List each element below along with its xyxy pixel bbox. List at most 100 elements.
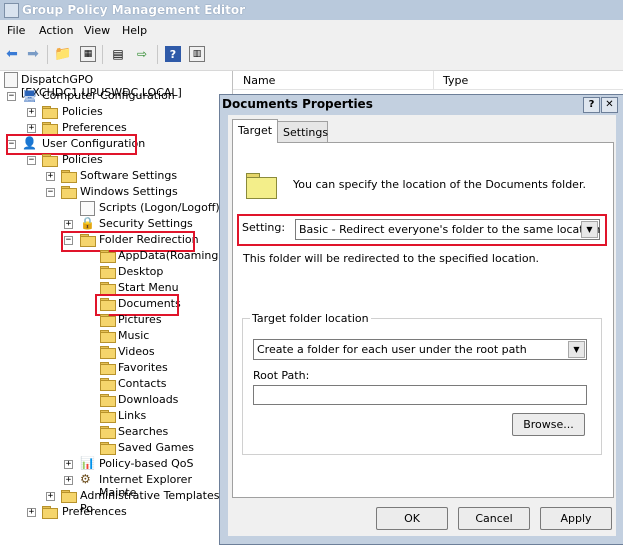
- export-list-icon[interactable]: ⇨: [134, 46, 150, 62]
- redirect-note: This folder will be redirected to the sp…: [243, 252, 540, 265]
- tree-scripts[interactable]: Scripts (Logon/Logoff): [99, 201, 220, 214]
- expand-icon[interactable]: +: [27, 508, 36, 517]
- folder-icon: [100, 378, 116, 391]
- up-folder-icon[interactable]: 📁: [54, 46, 71, 62]
- collapse-icon[interactable]: −: [46, 188, 55, 197]
- menu-bar: File Action View Help: [0, 20, 623, 40]
- tree-folder-pictures[interactable]: Pictures: [118, 313, 162, 326]
- close-button[interactable]: ✕: [601, 97, 618, 113]
- scripts-icon: [80, 201, 95, 216]
- folder-icon: [100, 362, 116, 375]
- tree-cc-policies[interactable]: Policies: [62, 105, 103, 118]
- tree-folder-videos[interactable]: Videos: [118, 345, 155, 358]
- group-label: Target folder location: [250, 312, 371, 325]
- folder-icon: [100, 266, 116, 279]
- dialog-title: Documents Properties: [222, 97, 373, 111]
- tree-software-settings[interactable]: Software Settings: [80, 169, 177, 182]
- tree-folder-appdata[interactable]: AppData(Roaming): [118, 249, 223, 262]
- root-path-input[interactable]: [253, 385, 587, 405]
- column-name-header[interactable]: Name: [243, 74, 275, 87]
- expand-icon[interactable]: +: [46, 172, 55, 181]
- properties-icon[interactable]: ▤: [110, 46, 126, 62]
- tree-folder-contacts[interactable]: Contacts: [118, 377, 167, 390]
- menu-action[interactable]: Action: [39, 24, 73, 37]
- column-type-header[interactable]: Type: [443, 74, 468, 87]
- collapse-icon[interactable]: −: [27, 156, 36, 165]
- tab-settings[interactable]: Settings: [277, 121, 328, 142]
- folder-icon: [100, 282, 116, 295]
- expand-icon[interactable]: +: [27, 124, 36, 133]
- folder-icon: [61, 490, 77, 503]
- menu-view[interactable]: View: [84, 24, 110, 37]
- show-hide-tree-icon[interactable]: ▦: [80, 46, 96, 62]
- tab-settings-label: Settings: [283, 126, 329, 139]
- tree-folder-desktop[interactable]: Desktop: [118, 265, 163, 278]
- target-tab-panel: You can specify the location of the Docu…: [232, 142, 614, 498]
- column-divider: [433, 71, 434, 89]
- window-title: Group Policy Management Editor: [22, 3, 246, 17]
- folder-icon: [100, 250, 116, 263]
- folder-icon: [100, 426, 116, 439]
- cancel-button[interactable]: Cancel: [458, 507, 530, 530]
- toolbar-separator: [47, 45, 48, 64]
- documents-properties-dialog: Documents Properties ? ✕ Target Settings…: [219, 94, 623, 545]
- menu-file[interactable]: File: [7, 24, 25, 37]
- tree-folder-music[interactable]: Music: [118, 329, 149, 342]
- gpo-icon: [4, 72, 18, 88]
- target-location-dropdown[interactable]: Create a folder for each user under the …: [253, 339, 587, 360]
- computer-icon: 🖥: [22, 89, 38, 103]
- expand-icon[interactable]: +: [46, 492, 55, 501]
- folder-icon: [42, 154, 58, 167]
- expand-icon[interactable]: +: [64, 460, 73, 469]
- menu-help[interactable]: Help: [122, 24, 147, 37]
- expand-icon[interactable]: +: [64, 220, 73, 229]
- tree-folder-favorites[interactable]: Favorites: [118, 361, 168, 374]
- help-button[interactable]: ?: [583, 97, 600, 113]
- tree-uc-preferences[interactable]: Preferences: [62, 505, 127, 518]
- highlight-box: [6, 134, 137, 155]
- apply-button[interactable]: Apply: [540, 507, 612, 530]
- folder-icon: [100, 442, 116, 455]
- target-location-value: Create a folder for each user under the …: [257, 343, 527, 356]
- tree-policy-qos[interactable]: Policy-based QoS: [99, 457, 194, 470]
- tab-target[interactable]: Target: [232, 119, 278, 143]
- tree-security-settings[interactable]: Security Settings: [99, 217, 193, 230]
- ie-maintenance-icon: ⚙: [80, 472, 91, 486]
- tree-windows-settings[interactable]: Windows Settings: [80, 185, 178, 198]
- chart-icon: 📊: [80, 456, 95, 470]
- expand-icon[interactable]: +: [64, 476, 73, 485]
- folder-icon: [42, 106, 58, 119]
- tree-folder-saved-games[interactable]: Saved Games: [118, 441, 194, 454]
- forward-arrow-icon[interactable]: ➡: [25, 46, 41, 62]
- action-pane-icon[interactable]: ▥: [189, 46, 205, 62]
- folder-icon: [61, 186, 77, 199]
- chevron-down-icon[interactable]: ▼: [568, 341, 585, 358]
- tree-folder-downloads[interactable]: Downloads: [118, 393, 178, 406]
- folder-icon: [61, 170, 77, 183]
- folder-icon: [100, 410, 116, 423]
- tree-folder-links[interactable]: Links: [118, 409, 146, 422]
- app-icon: [4, 3, 19, 18]
- toolbar-separator: [157, 45, 158, 64]
- tree-cc-preferences[interactable]: Preferences: [62, 121, 127, 134]
- folder-icon: [100, 330, 116, 343]
- browse-button[interactable]: Browse...: [512, 413, 585, 436]
- tab-target-label: Target: [238, 124, 273, 137]
- ok-button[interactable]: OK: [376, 507, 448, 530]
- tree-folder-searches[interactable]: Searches: [118, 425, 168, 438]
- folder-icon: [100, 314, 116, 327]
- highlight-box: [237, 214, 607, 246]
- folder-icon: [42, 506, 58, 519]
- root-path-label: Root Path:: [253, 369, 310, 382]
- help-icon[interactable]: ?: [165, 46, 181, 62]
- back-arrow-icon[interactable]: ⬅: [4, 46, 20, 62]
- tree-folder-start-menu[interactable]: Start Menu: [118, 281, 179, 294]
- list-header: Name Type: [233, 71, 623, 90]
- expand-icon[interactable]: +: [27, 108, 36, 117]
- folder-icon: [100, 394, 116, 407]
- toolbar: ⬅ ➡ 📁 ▦ ▤ ⇨ ? ▥: [0, 40, 623, 71]
- collapse-icon[interactable]: −: [7, 92, 16, 101]
- navigation-tree: DispatchGPO [EXCHDC1.UPUSWDC.LOCAL] − 🖥 …: [0, 71, 233, 543]
- tree-uc-policies[interactable]: Policies: [62, 153, 103, 166]
- tree-computer-configuration[interactable]: Computer Configuration: [42, 89, 175, 102]
